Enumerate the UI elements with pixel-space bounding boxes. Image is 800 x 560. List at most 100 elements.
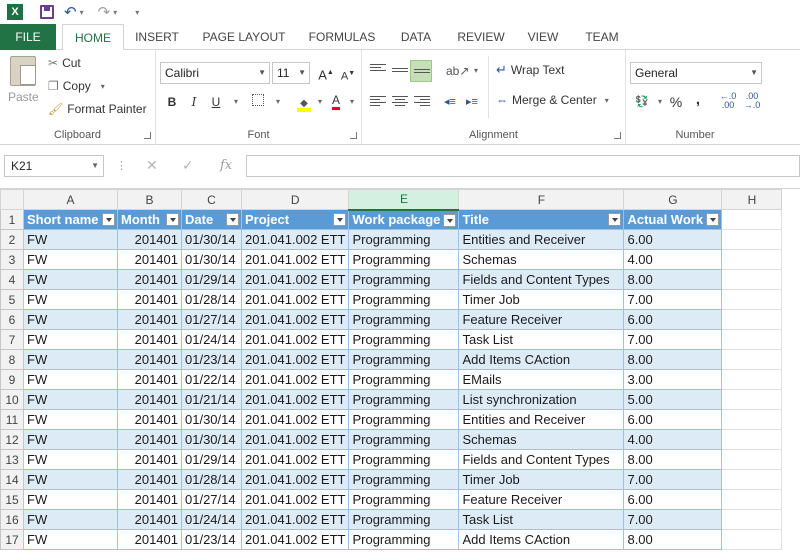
table-cell[interactable]: 7.00 bbox=[623, 509, 723, 530]
borders-button[interactable] bbox=[248, 92, 268, 112]
insert-function-icon[interactable]: fx bbox=[220, 158, 232, 173]
table-cell[interactable]: 7.00 bbox=[623, 329, 723, 350]
table-cell[interactable]: 201401 bbox=[117, 329, 182, 350]
decrease-indent-icon[interactable]: ◂≡ bbox=[440, 92, 460, 112]
row-header[interactable]: 2 bbox=[0, 229, 24, 250]
clipboard-launcher-icon[interactable] bbox=[144, 132, 151, 139]
table-cell[interactable]: 01/24/14 bbox=[181, 329, 242, 350]
table-cell[interactable]: Programming bbox=[348, 469, 460, 490]
redo-dropdown-icon[interactable]: ▾ bbox=[113, 8, 117, 17]
table-cell[interactable]: Programming bbox=[348, 449, 460, 470]
underline-dropdown-icon[interactable]: ▾ bbox=[226, 92, 246, 112]
table-cell[interactable]: 4.00 bbox=[623, 429, 723, 450]
table-cell[interactable]: Programming bbox=[348, 309, 460, 330]
table-cell[interactable]: 01/30/14 bbox=[181, 229, 242, 250]
table-cell[interactable]: 7.00 bbox=[623, 289, 723, 310]
table-cell[interactable]: 01/23/14 bbox=[181, 349, 242, 370]
table-cell[interactable]: 201401 bbox=[117, 409, 182, 430]
table-cell[interactable]: 01/24/14 bbox=[181, 509, 242, 530]
table-cell[interactable]: 201.041.002 ETT bbox=[240, 349, 350, 370]
filter-dropdown-icon[interactable] bbox=[166, 213, 179, 226]
table-cell[interactable]: 201.041.002 ETT bbox=[240, 389, 350, 410]
empty-cell[interactable] bbox=[721, 229, 783, 250]
bold-button[interactable]: B bbox=[162, 92, 182, 112]
font-color-dropdown-icon[interactable]: ▾ bbox=[342, 92, 362, 112]
enter-icon[interactable]: ✓ bbox=[182, 157, 194, 174]
save-icon[interactable] bbox=[38, 3, 56, 21]
tab-insert[interactable]: INSERT bbox=[126, 24, 188, 50]
row-header[interactable]: 9 bbox=[0, 369, 24, 390]
table-cell[interactable]: 201.041.002 ETT bbox=[240, 309, 350, 330]
empty-cell[interactable] bbox=[721, 269, 783, 290]
borders-dropdown-icon[interactable]: ▾ bbox=[268, 92, 288, 112]
table-cell[interactable]: 201401 bbox=[117, 289, 182, 310]
table-cell[interactable]: 3.00 bbox=[623, 369, 723, 390]
table-cell[interactable]: FW bbox=[23, 489, 118, 510]
table-cell[interactable]: 201.041.002 ETT bbox=[240, 369, 350, 390]
row-header[interactable]: 12 bbox=[0, 429, 24, 450]
table-cell[interactable]: FW bbox=[23, 249, 118, 270]
filter-dropdown-icon[interactable] bbox=[226, 213, 239, 226]
table-cell[interactable]: 201.041.002 ETT bbox=[240, 449, 350, 470]
currency-icon[interactable]: 💱 bbox=[632, 92, 652, 112]
table-cell[interactable]: Entities and Receiver bbox=[458, 409, 625, 430]
tab-view[interactable]: VIEW bbox=[520, 24, 566, 50]
row-header[interactable]: 17 bbox=[0, 529, 24, 550]
column-header-d[interactable]: D bbox=[240, 189, 350, 210]
table-cell[interactable]: Add Items CAction bbox=[458, 349, 625, 370]
row-header[interactable]: 8 bbox=[0, 349, 24, 370]
table-cell[interactable]: 01/29/14 bbox=[181, 449, 242, 470]
table-cell[interactable]: 201401 bbox=[117, 269, 182, 290]
empty-cell[interactable] bbox=[721, 529, 783, 550]
table-cell[interactable]: 8.00 bbox=[623, 349, 723, 370]
empty-cell[interactable] bbox=[721, 449, 783, 470]
empty-cell[interactable] bbox=[721, 329, 783, 350]
table-cell[interactable]: 8.00 bbox=[623, 269, 723, 290]
table-cell[interactable]: 01/30/14 bbox=[181, 409, 242, 430]
column-header-a[interactable]: A bbox=[23, 189, 118, 210]
table-cell[interactable]: 201.041.002 ETT bbox=[240, 229, 350, 250]
table-cell[interactable]: 01/27/14 bbox=[181, 309, 242, 330]
table-cell[interactable]: 201.041.002 ETT bbox=[240, 289, 350, 310]
table-cell[interactable]: FW bbox=[23, 349, 118, 370]
table-cell[interactable]: 01/21/14 bbox=[181, 389, 242, 410]
table-cell[interactable]: 201401 bbox=[117, 449, 182, 470]
table-cell[interactable]: 8.00 bbox=[623, 449, 723, 470]
table-cell[interactable]: 6.00 bbox=[623, 309, 723, 330]
orientation-icon[interactable]: ab↗ bbox=[446, 61, 469, 81]
undo-icon[interactable]: ↶ bbox=[64, 3, 77, 21]
italic-button[interactable]: I bbox=[184, 92, 204, 112]
table-cell[interactable]: Programming bbox=[348, 489, 460, 510]
table-cell[interactable]: 6.00 bbox=[623, 409, 723, 430]
cut-button[interactable]: ✂ Cut bbox=[48, 56, 81, 70]
decrease-decimal-icon[interactable]: .00 →.0 bbox=[742, 92, 762, 112]
table-cell[interactable]: 6.00 bbox=[623, 229, 723, 250]
table-cell[interactable]: 201401 bbox=[117, 369, 182, 390]
underline-button[interactable]: U bbox=[206, 92, 226, 112]
table-cell[interactable]: 201.041.002 ETT bbox=[240, 529, 350, 550]
table-cell[interactable]: 201.041.002 ETT bbox=[240, 469, 350, 490]
table-cell[interactable]: Programming bbox=[348, 429, 460, 450]
redo-icon[interactable]: ↷ bbox=[98, 3, 111, 21]
name-box[interactable]: K21 ▼ bbox=[4, 155, 104, 177]
tab-home[interactable]: HOME bbox=[62, 24, 124, 51]
table-cell[interactable]: FW bbox=[23, 289, 118, 310]
table-cell[interactable]: FW bbox=[23, 529, 118, 550]
table-cell[interactable]: Programming bbox=[348, 409, 460, 430]
paste-button[interactable]: Paste bbox=[8, 56, 39, 104]
column-title-cell[interactable]: Month bbox=[117, 209, 182, 230]
table-cell[interactable]: Programming bbox=[348, 389, 460, 410]
empty-cell[interactable] bbox=[721, 469, 783, 490]
font-launcher-icon[interactable] bbox=[350, 132, 357, 139]
table-cell[interactable]: Task List bbox=[458, 509, 625, 530]
table-cell[interactable]: 201.041.002 ETT bbox=[240, 329, 350, 350]
row-header[interactable]: 5 bbox=[0, 289, 24, 310]
tab-data[interactable]: DATA bbox=[392, 24, 440, 50]
formula-bar-grip-icon[interactable]: ⋮ bbox=[116, 159, 127, 172]
table-cell[interactable]: Programming bbox=[348, 329, 460, 350]
undo-dropdown-icon[interactable]: ▾ bbox=[80, 8, 84, 17]
table-cell[interactable]: Programming bbox=[348, 529, 460, 550]
table-cell[interactable]: FW bbox=[23, 269, 118, 290]
empty-cell[interactable] bbox=[721, 209, 783, 230]
align-bottom-button[interactable] bbox=[410, 60, 432, 82]
